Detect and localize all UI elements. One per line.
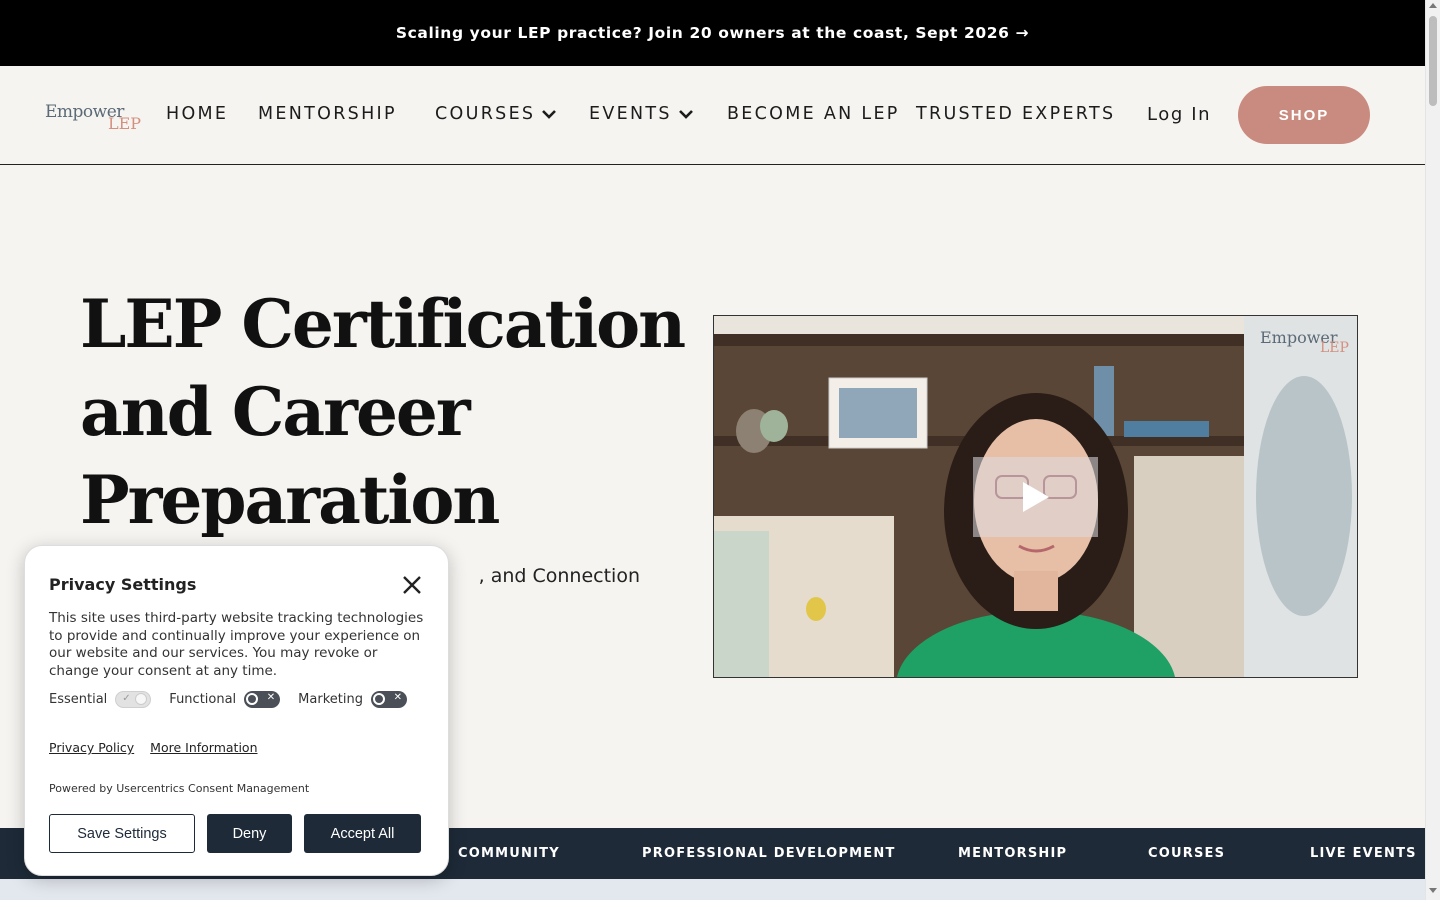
play-icon: [1022, 482, 1049, 512]
next-section-edge: [0, 879, 1425, 900]
nav-trusted-experts[interactable]: TRUSTED EXPERTS: [916, 104, 1115, 124]
scroll-down-arrow-icon[interactable]: [1429, 888, 1437, 893]
toggle-functional[interactable]: ✕: [244, 691, 281, 708]
consent-body: This site uses third-party website track…: [49, 610, 424, 680]
nav-trusted-experts-label: TRUSTED EXPERTS: [916, 104, 1116, 124]
x-icon: ✕: [266, 692, 276, 703]
consent-toggles: Essential ✓ Functional ✕ Marketing ✕: [49, 691, 425, 708]
hero-subtitle-text: , and Connection: [478, 565, 640, 587]
chevron-down-icon: [542, 110, 557, 119]
toggle-essential-label: Essential: [49, 692, 108, 707]
check-icon: ✓: [122, 693, 131, 704]
video-watermark-logo: Empower LEP: [1260, 328, 1349, 356]
close-icon[interactable]: [401, 574, 423, 596]
nav-become-an-lep[interactable]: BECOME AN LEP: [727, 104, 900, 124]
x-icon: ✕: [393, 692, 402, 703]
save-settings-button[interactable]: Save Settings: [49, 814, 195, 853]
category-professional-development[interactable]: PROFESSIONAL DEVELOPMENT: [642, 846, 896, 861]
nav-home[interactable]: HOME: [166, 104, 228, 124]
play-button[interactable]: [973, 457, 1098, 537]
accept-all-button[interactable]: Accept All: [304, 814, 421, 853]
consent-links: Privacy Policy More Information: [49, 740, 270, 755]
nav-courses-label: COURSES: [435, 104, 536, 124]
nav-home-label: HOME: [166, 104, 229, 124]
nav-mentorship[interactable]: MENTORSHIP: [258, 104, 397, 124]
powered-by-text: Powered by Usercentrics Consent Manageme…: [49, 782, 310, 795]
category-courses[interactable]: COURSES: [1148, 846, 1225, 861]
toggle-marketing[interactable]: ✕: [370, 691, 407, 708]
scroll-up-arrow-icon[interactable]: [1429, 3, 1437, 8]
nav-become-an-lep-label: BECOME AN LEP: [727, 104, 900, 124]
nav-courses[interactable]: COURSES: [435, 104, 557, 124]
category-mentorship[interactable]: MENTORSHIP: [958, 846, 1067, 861]
toggle-functional-label: Functional: [169, 692, 237, 707]
shop-button[interactable]: SHOP: [1238, 86, 1370, 144]
consent-title: Privacy Settings: [49, 575, 197, 594]
video-watermark-lep: LEP: [1320, 340, 1349, 356]
site-header: Empower LEP HOME MENTORSHIP COURSES EVEN…: [0, 66, 1425, 165]
nav-events-label: EVENTS: [589, 104, 672, 124]
privacy-settings-dialog: Privacy Settings This site uses third-pa…: [24, 545, 449, 876]
privacy-policy-link[interactable]: Privacy Policy: [49, 740, 134, 755]
scrollbar-thumb[interactable]: [1429, 16, 1437, 106]
category-live-events[interactable]: LIVE EVENTS: [1310, 846, 1417, 861]
toggle-essential: ✓: [115, 691, 152, 708]
deny-button[interactable]: Deny: [207, 814, 292, 853]
more-information-link[interactable]: More Information: [150, 740, 257, 755]
login-link[interactable]: Log In: [1147, 104, 1211, 125]
chevron-down-icon: [678, 110, 693, 119]
nav-events[interactable]: EVENTS: [589, 104, 694, 124]
page-scrollbar[interactable]: [1425, 0, 1440, 900]
announcement-bar[interactable]: Scaling your LEP practice? Join 20 owner…: [0, 0, 1425, 66]
toggle-marketing-label: Marketing: [298, 692, 363, 707]
nav-mentorship-label: MENTORSHIP: [258, 104, 397, 124]
announcement-text[interactable]: Scaling your LEP practice? Join 20 owner…: [396, 24, 1029, 42]
video-player[interactable]: Empower LEP: [713, 315, 1358, 678]
category-community[interactable]: COMMUNITY: [458, 846, 560, 861]
site-logo[interactable]: Empower LEP: [44, 100, 142, 136]
logo-word-lep: LEP: [108, 114, 142, 133]
